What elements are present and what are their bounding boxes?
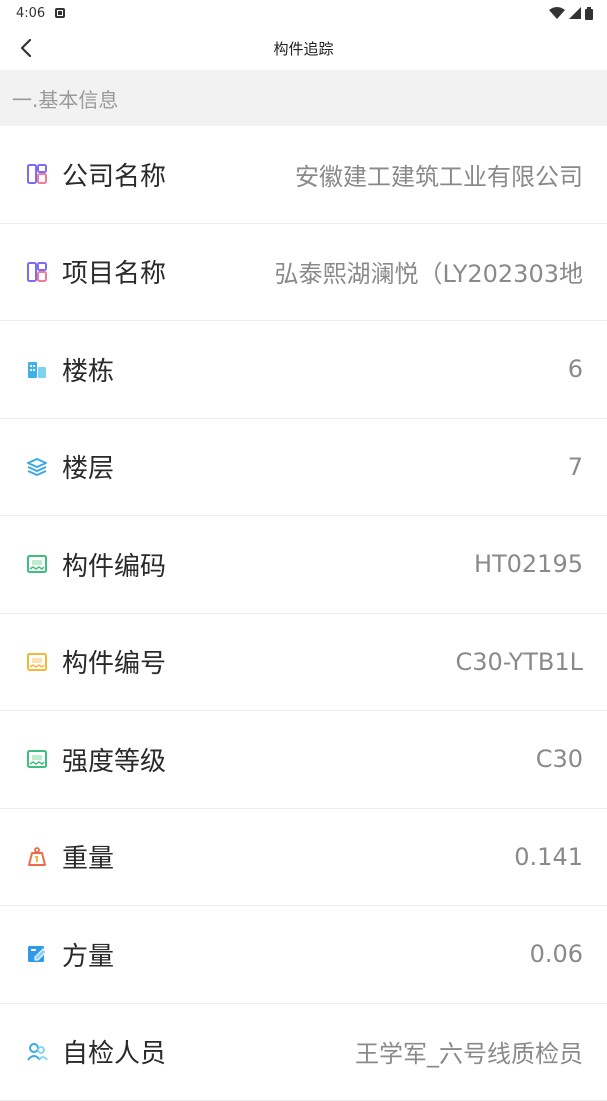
edit-volume-icon [24,941,50,967]
row-strength-grade: 强度等级 C30 [0,711,607,809]
chevron-left-icon [19,38,33,58]
status-right [549,7,593,20]
row-self-inspector: 自检人员 王学军_六号线质检员 [0,1004,607,1101]
row-value: HT02195 [474,550,583,578]
buildings-icon [24,356,50,382]
row-label: 强度等级 [62,741,166,778]
row-value: 0.141 [514,843,583,871]
row-value: C30-YTB1L [455,648,583,676]
people-icon [24,1039,50,1065]
layout-grid-icon [24,259,50,285]
row-label: 重量 [62,838,114,875]
page-title: 构件追踪 [273,38,333,59]
battery-icon [585,7,593,20]
row-weight: 重量 0.141 [0,809,607,907]
row-value: C30 [536,745,583,773]
row-value: 7 [568,453,583,481]
wifi-icon [549,7,565,19]
weight-icon [24,844,50,870]
row-volume: 方量 0.06 [0,906,607,1004]
notification-icon [55,8,65,18]
row-label: 楼层 [62,448,114,485]
row-floor: 楼层 7 [0,419,607,517]
section-header-basic-info: 一.基本信息 [0,70,607,126]
row-label: 自检人员 [62,1033,166,1070]
row-value: 安徽建工建筑工业有限公司 [295,157,583,192]
row-company-name: 公司名称 安徽建工建筑工业有限公司 [0,126,607,224]
layers-icon [24,454,50,480]
info-list: 公司名称 安徽建工建筑工业有限公司 项目名称 弘泰熙湖澜悦（LY202303地 … [0,126,607,1101]
row-value: 弘泰熙湖澜悦（LY202303地 [275,254,583,289]
row-value: 6 [568,355,583,383]
signal-icon [569,7,581,19]
component-card-icon [24,551,50,577]
row-label: 楼栋 [62,351,114,388]
back-button[interactable] [8,30,44,66]
status-left: 4:06 [16,6,65,21]
row-label: 项目名称 [62,253,166,290]
component-card-icon [24,649,50,675]
row-label: 构件编号 [62,643,166,680]
row-value: 王学军_六号线质检员 [355,1034,583,1069]
row-label: 公司名称 [62,156,166,193]
row-project-name: 项目名称 弘泰熙湖澜悦（LY202303地 [0,224,607,322]
row-value: 0.06 [530,940,583,968]
app-header: 构件追踪 [0,26,607,70]
row-label: 构件编码 [62,546,166,583]
layout-grid-icon [24,161,50,187]
row-label: 方量 [62,936,114,973]
status-time: 4:06 [16,6,45,21]
row-component-number: 构件编号 C30-YTB1L [0,614,607,712]
component-card-icon [24,746,50,772]
row-component-code: 构件编码 HT02195 [0,516,607,614]
row-building: 楼栋 6 [0,321,607,419]
status-bar: 4:06 [0,0,607,26]
